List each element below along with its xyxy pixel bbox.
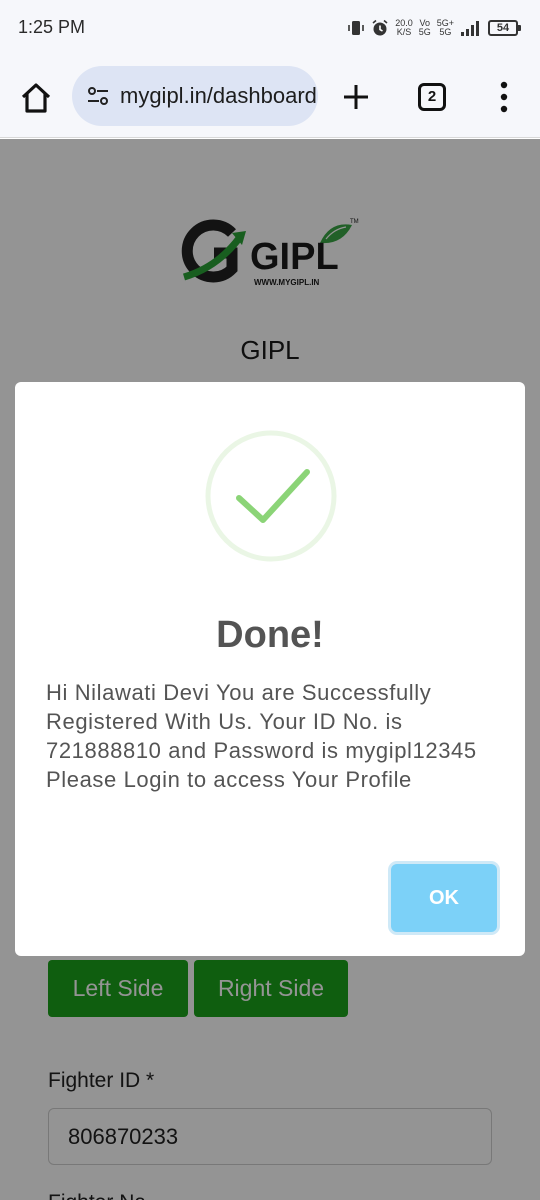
url-text[interactable]: mygipl.in/dashboard [120, 83, 317, 109]
battery-icon: 54 [488, 20, 521, 36]
speed-unit: K/S [396, 27, 412, 37]
net-sub: 5G [439, 27, 452, 37]
browser-toolbar: mygipl.in/dashboard 2 [0, 56, 540, 138]
status-time: 1:25 PM [18, 17, 86, 37]
vibrate-icon [348, 21, 364, 35]
tabs-icon[interactable]: 2 [418, 83, 446, 111]
new-tab-icon[interactable] [340, 81, 372, 113]
status-icons: 20.0 K/S Vo 5G 5G+ 5G 54 [347, 14, 521, 42]
signal-icon [461, 21, 479, 36]
site-settings-icon[interactable] [86, 86, 110, 106]
address-bar[interactable]: mygipl.in/dashboard [72, 66, 318, 126]
volte-indicator: Vo 5G [419, 19, 431, 37]
dialog-message: Hi Nilawati Devi You are Successfully Re… [46, 680, 477, 792]
vo-sub: 5G [418, 27, 431, 37]
home-icon[interactable] [18, 80, 54, 116]
dialog-title: Done! [216, 614, 324, 656]
network-type: 5G+ 5G [437, 19, 454, 37]
more-menu-icon[interactable] [496, 80, 512, 114]
checkmark-icon [205, 430, 337, 562]
status-bar: 1:25 PM 20.0 K/S Vo 5G 5G+ 5G 54 [0, 0, 540, 56]
success-dialog: Done! Hi Nilawati Devi You are Successfu… [15, 382, 525, 956]
ok-button[interactable]: OK [391, 864, 497, 932]
alarm-icon [372, 19, 388, 36]
network-speed: 20.0 K/S [395, 19, 413, 37]
